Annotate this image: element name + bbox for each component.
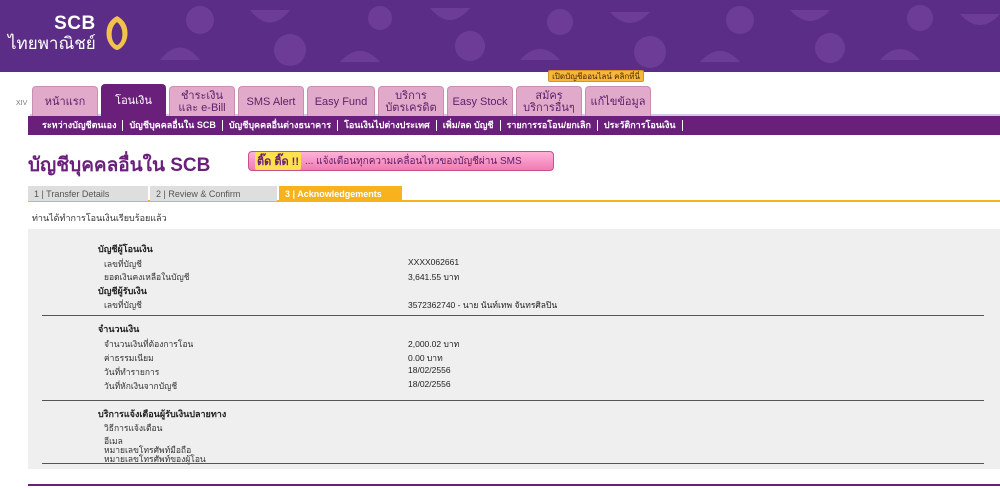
debit-date-value: 18/02/2556 (408, 379, 451, 389)
subnav-manage-accounts[interactable]: เพิ่ม/ลด บัญชี (437, 120, 501, 131)
to-account-no-label: เลขที่บัญชี (104, 300, 142, 310)
subnav-own-accounts[interactable]: ระหว่างบัญชีตนเอง (36, 120, 124, 131)
tab-transfer[interactable]: โอนเงิน (101, 84, 166, 116)
subnav-international[interactable]: โอนเงินไปต่างประเทศ (338, 120, 437, 131)
from-account-no: XXXX062661 (408, 257, 460, 267)
decorative-pattern (160, 5, 1000, 68)
tab-sms-alert[interactable]: SMS Alert (238, 86, 304, 116)
scb-logo[interactable]: SCB ไทยพาณิชย์ (8, 8, 133, 58)
step-review-confirm: 2 | Review & Confirm (150, 186, 277, 201)
section-divider (42, 400, 984, 401)
main-tab-bar: XIV หน้าแรก โอนเงิน ชำระเงิน และ e-Bill … (0, 72, 1000, 116)
sms-banner-text: ... แจ้งเตือนทุกความเคลื่อนไหวของบัญชีผ่… (305, 155, 522, 167)
to-account-no: 3572362740 - นาย นันท์เทพ จันทรศิลปิน (408, 300, 558, 310)
header-banner: SCB ไทยพาณิชย์ (0, 0, 1000, 72)
transfer-amount-value: 2,000.02 บาท (408, 339, 460, 349)
page-title: บัญชีบุคคลอื่นใน SCB (28, 155, 211, 176)
progress-steps: 1 | Transfer Details 2 | Review & Confir… (28, 186, 1000, 202)
notify-method-label: วิธีการแจ้งเตือน (104, 423, 163, 433)
tab-other-services[interactable]: สมัคร บริการอื่นๆ (516, 86, 582, 116)
step-transfer-details: 1 | Transfer Details (28, 186, 148, 201)
balance-label: ยอดเงินคงเหลือในบัญชี (104, 272, 190, 282)
transfer-amount-label: จำนวนเงินที่ต้องการโอน (104, 339, 194, 349)
section-divider (42, 463, 984, 464)
section-divider (42, 315, 984, 316)
tab-easy-stock[interactable]: Easy Stock (447, 86, 513, 116)
debit-date-label: วันที่หักเงินจากบัญชี (104, 381, 178, 391)
logo-line2: ไทยพาณิชย์ (8, 34, 96, 53)
scb-emblem-icon (106, 16, 128, 50)
from-account-heading: บัญชีผู้โอนเงิน (98, 244, 153, 254)
tab-credit-card[interactable]: บริการ บัตรเครดิต (378, 86, 444, 116)
sms-alert-banner[interactable]: ติ๊ด ติ๊ด !! ... แจ้งเตือนทุกความเคลื่อน… (248, 151, 554, 171)
notify-heading: บริการแจ้งเตือนผู้รับเงินปลายทาง (98, 409, 227, 419)
transfer-subnav: ระหว่างบัญชีตนเอง บัญชีบุคคลอื่นใน SCB บ… (28, 116, 1000, 135)
step-acknowledgements: 3 | Acknowledgements (279, 186, 402, 201)
fee-label: ค่าธรรมเนียม (104, 353, 154, 363)
page-bottom-rule (28, 484, 1000, 486)
open-account-promo-button[interactable]: เปิดบัญชีออนไลน์ คลิกที่นี่ (548, 70, 644, 82)
from-account-no-label: เลขที่บัญชี (104, 259, 142, 269)
amount-heading: จำนวนเงิน (98, 324, 140, 334)
tab-edit-profile[interactable]: แก้ไขข้อมูล (585, 86, 651, 116)
subnav-pending[interactable]: รายการรอโอน/ยกเลิก (501, 120, 598, 131)
transaction-date-label: วันที่ทำรายการ (104, 367, 160, 377)
logo-line1: SCB (54, 13, 96, 34)
subnav-other-scb[interactable]: บัญชีบุคคลอื่นใน SCB (123, 120, 223, 131)
balance-value: 3,641.55 บาท (408, 272, 460, 282)
subnav-other-bank[interactable]: บัญชีบุคคลอื่นต่างธนาคาร (223, 120, 339, 131)
completion-message: ท่านได้ทำการโอนเงินเรียบร้อยแล้ว (32, 213, 167, 223)
to-account-heading: บัญชีผู้รับเงิน (98, 286, 147, 296)
transaction-date-value: 18/02/2556 (408, 365, 451, 375)
tab-easy-fund[interactable]: Easy Fund (307, 86, 375, 116)
sms-banner-highlight: ติ๊ด ติ๊ด !! (255, 152, 302, 170)
tab-payment[interactable]: ชำระเงิน และ e-Bill (169, 86, 235, 116)
xiv-label: XIV (16, 100, 28, 107)
tab-home[interactable]: หน้าแรก (32, 86, 98, 116)
subnav-history[interactable]: ประวัติการโอนเงิน (598, 120, 683, 131)
fee-value: 0.00 บาท (408, 353, 443, 363)
